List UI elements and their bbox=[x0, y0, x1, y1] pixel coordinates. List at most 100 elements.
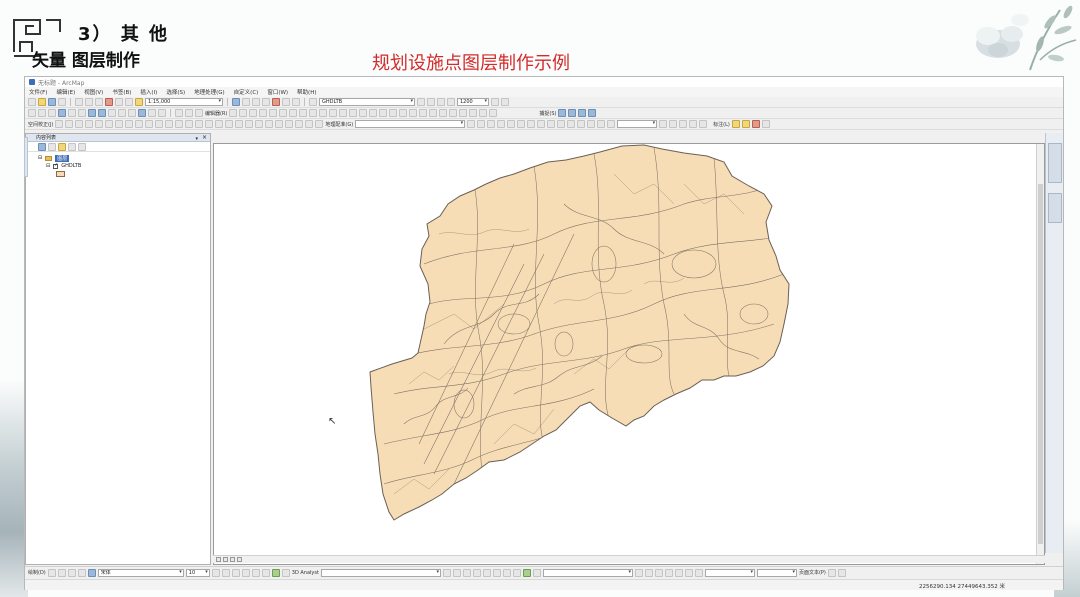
adjust-tool-icon[interactable] bbox=[105, 120, 114, 128]
edit-tool-icon[interactable] bbox=[249, 109, 258, 117]
font-size-combo[interactable]: 10 bbox=[185, 568, 210, 577]
data-view-button[interactable] bbox=[216, 557, 221, 562]
html-popup-icon[interactable] bbox=[175, 109, 183, 117]
georef-tool-icon[interactable] bbox=[679, 120, 688, 128]
3d-analyst-label[interactable]: 3D Analyst bbox=[292, 570, 319, 576]
pin-icon[interactable]: ▾ bbox=[195, 135, 198, 143]
clear-selection-icon[interactable] bbox=[118, 109, 126, 117]
edit-tool-icon[interactable] bbox=[409, 109, 418, 117]
fixed-zoom-out-icon[interactable] bbox=[78, 109, 86, 117]
3d-tool-icon[interactable] bbox=[512, 568, 521, 577]
zoom-value-combo[interactable]: 1200 bbox=[457, 98, 489, 106]
toc-options-icon[interactable] bbox=[78, 142, 86, 151]
line-color-icon[interactable] bbox=[261, 568, 270, 577]
edit-tool-icon[interactable] bbox=[299, 109, 308, 117]
3d-tool-icon[interactable] bbox=[502, 568, 511, 577]
3d-tool-icon[interactable] bbox=[472, 568, 481, 577]
close-icon[interactable]: × bbox=[202, 134, 207, 142]
3d-analyst-surface-combo[interactable] bbox=[542, 568, 633, 577]
back-extent-icon[interactable] bbox=[88, 109, 96, 117]
labeling-menu-label[interactable]: 标注(L) bbox=[713, 121, 730, 128]
menu-insert[interactable]: 插入(I) bbox=[140, 88, 157, 96]
map-vertical-scrollbar[interactable] bbox=[1036, 144, 1044, 564]
3d-tool-icon[interactable] bbox=[644, 568, 653, 577]
edit-tool-icon[interactable] bbox=[239, 109, 248, 117]
georef-tool-icon[interactable] bbox=[487, 120, 496, 128]
menu-windows[interactable]: 窗口(W) bbox=[267, 88, 288, 96]
globe-icon[interactable] bbox=[522, 568, 531, 577]
list-by-selection-icon[interactable] bbox=[68, 142, 76, 151]
3d-tool-icon[interactable] bbox=[442, 568, 451, 577]
edit-tool-icon[interactable] bbox=[369, 109, 378, 117]
snap-edge-icon[interactable] bbox=[588, 109, 597, 117]
search-dock-tab[interactable] bbox=[1048, 193, 1062, 223]
adjust-tool-icon[interactable] bbox=[205, 120, 214, 128]
adjust-tool-icon[interactable] bbox=[165, 120, 174, 128]
georef-tool-icon[interactable] bbox=[607, 120, 616, 128]
dataframe-row[interactable]: ⊟ 图层 bbox=[38, 154, 210, 162]
italic-icon[interactable] bbox=[221, 568, 230, 577]
adjust-tool-icon[interactable] bbox=[225, 120, 234, 128]
scroll-thumb[interactable] bbox=[1038, 184, 1043, 544]
adjust-tool-icon[interactable] bbox=[295, 120, 304, 128]
edit-tool-icon[interactable] bbox=[359, 109, 368, 117]
3d-tool-icon[interactable] bbox=[462, 568, 471, 577]
cut-button[interactable] bbox=[75, 98, 83, 106]
edit-tool-icon[interactable] bbox=[439, 109, 448, 117]
edit-tool-icon[interactable] bbox=[479, 109, 488, 117]
3d-tool-icon[interactable] bbox=[654, 568, 663, 577]
adjust-tool-icon[interactable] bbox=[235, 120, 244, 128]
select-elements-icon[interactable] bbox=[47, 568, 56, 577]
paste-button[interactable] bbox=[95, 98, 103, 106]
adjust-tool-icon[interactable] bbox=[305, 120, 314, 128]
3d-tool-icon[interactable] bbox=[664, 568, 673, 577]
fixed-zoom-in-icon[interactable] bbox=[68, 109, 76, 117]
menu-bookmarks[interactable]: 书签(B) bbox=[112, 88, 131, 96]
layer-name[interactable]: GHDLTB bbox=[61, 163, 81, 169]
adjust-tool-icon[interactable] bbox=[75, 120, 84, 128]
measure-icon[interactable] bbox=[158, 109, 166, 117]
find-icon[interactable] bbox=[148, 109, 156, 117]
select-features-button[interactable] bbox=[309, 98, 317, 106]
refresh-button[interactable] bbox=[230, 557, 235, 562]
edit-tool-icon[interactable] bbox=[289, 109, 298, 117]
toc-button[interactable] bbox=[242, 98, 250, 106]
search-button[interactable] bbox=[262, 98, 270, 106]
edit-tool-icon[interactable] bbox=[449, 109, 458, 117]
georef-tool-icon[interactable] bbox=[557, 120, 566, 128]
font-name-combo[interactable]: 宋体 bbox=[97, 568, 184, 577]
georef-tool-icon[interactable] bbox=[507, 120, 516, 128]
text-tool-icon[interactable] bbox=[77, 568, 86, 577]
page-text-menu-label[interactable]: 页面文本(P) bbox=[799, 569, 826, 576]
arctoolbox-button[interactable] bbox=[272, 98, 280, 106]
marker-color-icon[interactable] bbox=[271, 568, 280, 577]
select-elements-icon[interactable] bbox=[128, 109, 136, 117]
drawing-menu-label[interactable]: 绘制(D) bbox=[28, 569, 46, 576]
undo-button[interactable] bbox=[115, 98, 123, 106]
select-by-graphics-icon[interactable] bbox=[108, 109, 116, 117]
3d-tool-icon[interactable] bbox=[532, 568, 541, 577]
new-document-button[interactable] bbox=[28, 98, 36, 106]
adjust-tool-icon[interactable] bbox=[315, 120, 324, 128]
adjust-tool-icon[interactable] bbox=[175, 120, 184, 128]
time-slider-icon[interactable] bbox=[185, 109, 193, 117]
georef-tool-icon[interactable] bbox=[537, 120, 546, 128]
georef-tool-icon[interactable] bbox=[547, 120, 556, 128]
map-scale-combo[interactable]: 1:15,000 bbox=[145, 98, 223, 106]
bold-icon[interactable] bbox=[211, 568, 220, 577]
menu-customize[interactable]: 自定义(C) bbox=[234, 88, 259, 96]
georef-tool-icon[interactable] bbox=[477, 120, 486, 128]
font-color-icon[interactable] bbox=[241, 568, 250, 577]
layer-tool-button[interactable] bbox=[417, 98, 425, 106]
forward-extent-icon[interactable] bbox=[98, 109, 106, 117]
edit-tool-icon[interactable] bbox=[319, 109, 328, 117]
python-button[interactable] bbox=[282, 98, 290, 106]
delete-button[interactable] bbox=[105, 98, 113, 106]
adjust-tool-icon[interactable] bbox=[115, 120, 124, 128]
layer-symbol-swatch[interactable] bbox=[56, 171, 65, 177]
identify-icon[interactable] bbox=[138, 109, 146, 117]
menu-view[interactable]: 视图(V) bbox=[84, 88, 103, 96]
snap-vertex-icon[interactable] bbox=[578, 109, 587, 117]
3d-tool-icon[interactable] bbox=[492, 568, 501, 577]
edit-tool-icon[interactable] bbox=[349, 109, 358, 117]
